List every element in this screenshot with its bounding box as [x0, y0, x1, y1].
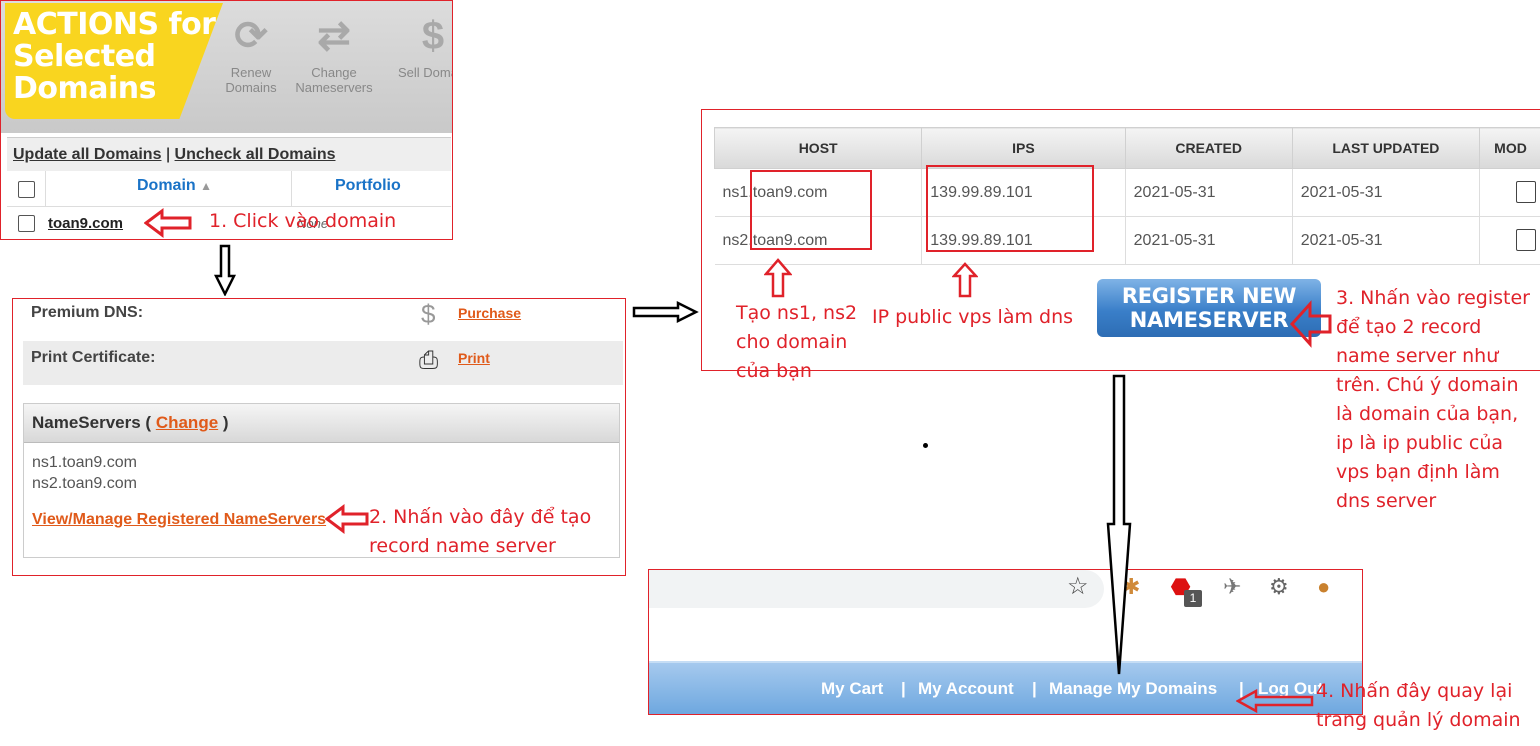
print-link[interactable]: Print	[458, 350, 490, 366]
select-all-checkbox[interactable]	[18, 181, 35, 198]
my-account-link[interactable]: My Account	[918, 679, 1014, 699]
edit-icon[interactable]	[1516, 181, 1537, 203]
created-column-header: CREATED	[1124, 127, 1293, 169]
change-nameservers-button[interactable]: ⇄ Change Nameservers	[294, 11, 374, 95]
domain-column-label: Domain	[137, 177, 196, 194]
domain-table-header: Domain ▲ Portfolio	[7, 171, 451, 207]
nameservers-header: NameServers ( Change )	[24, 404, 619, 443]
renew-icon: ⟳	[234, 14, 268, 58]
domain-row-checkbox[interactable]	[18, 215, 35, 232]
address-bar[interactable]: ☆	[649, 570, 1104, 608]
swap-arrows-icon: ⇄	[317, 14, 351, 58]
ip-annotation: IP public vps làm dns	[872, 306, 1074, 328]
premium-dns-label: Premium DNS:	[31, 304, 144, 321]
modify-cell	[1479, 168, 1540, 217]
arrow-left-icon	[325, 504, 369, 534]
change-nameservers-link[interactable]: Change	[156, 413, 218, 432]
ip-highlight-box	[926, 165, 1094, 252]
change-nameservers-label: Change Nameservers	[295, 65, 373, 95]
manage-registered-nameservers-link[interactable]: View/Manage Registered NameServers	[32, 511, 326, 529]
arrow-left-icon	[1236, 688, 1314, 714]
gear-icon[interactable]: ⚙	[1269, 574, 1289, 600]
rocket-icon[interactable]: ✈	[1223, 574, 1241, 600]
dollar-icon: $	[421, 299, 436, 329]
actions-banner: ACTIONS for Selected Domains ⟳ Renew Dom…	[1, 1, 452, 133]
nameserver-2: ns2.toan9.com	[32, 475, 137, 492]
updated-column-header: LAST UPDATED	[1291, 127, 1481, 169]
ips-column-header: IPS	[921, 127, 1126, 169]
modify-column-header: MOD	[1479, 127, 1540, 169]
step3-annotation: 3. Nhấn vào register để tạo 2 record nam…	[1336, 287, 1530, 512]
stray-dot	[923, 443, 928, 448]
renew-domains-button[interactable]: ⟳ Renew Domains	[211, 11, 291, 95]
nameservers-close: )	[222, 413, 229, 432]
nav-separator: |	[901, 679, 906, 698]
sell-domain-label: Sell Domain	[397, 65, 452, 80]
arrow-up-icon	[952, 262, 978, 298]
bulk-separator: |	[165, 146, 171, 163]
bulk-actions-row: Update all Domains | Uncheck all Domains	[7, 137, 451, 171]
portfolio-column-header[interactable]: Portfolio	[335, 177, 401, 195]
uncheck-all-domains-link[interactable]: Uncheck all Domains	[175, 146, 336, 163]
table-header-row: HOST IPS CREATED LAST UPDATED MOD	[713, 127, 1540, 169]
domain-link[interactable]: toan9.com	[48, 215, 123, 232]
cookie-icon[interactable]: ●	[1317, 574, 1330, 600]
print-certificate-label: Print Certificate:	[31, 349, 156, 366]
printer-icon: ⎙	[419, 347, 439, 374]
sort-icon: ▲	[200, 179, 213, 193]
nameserver-1: ns1.toan9.com	[32, 454, 137, 471]
modify-cell	[1479, 216, 1540, 265]
actions-title: ACTIONS for Selected Domains	[13, 7, 216, 106]
nameserver-list: ns1.toan9.com ns2.toan9.com	[32, 452, 137, 494]
col-divider	[291, 171, 292, 207]
create-ns-annotation: Tạo ns1, ns2 cho domain của bạn	[736, 302, 858, 382]
nav-separator: |	[1032, 679, 1037, 698]
arrow-down-icon	[214, 244, 236, 296]
notification-badge: 1	[1184, 590, 1202, 607]
purchase-link[interactable]: Purchase	[458, 305, 521, 321]
step4-annotation: 4. Nhấn đây quay lại trang quản lý domai…	[1316, 680, 1521, 731]
sell-domain-button[interactable]: $ Sell Domain	[393, 11, 452, 80]
edit-icon[interactable]	[1516, 229, 1537, 251]
my-cart-link[interactable]: My Cart	[821, 679, 883, 699]
arrow-left-icon	[1290, 300, 1332, 348]
domain-column-header[interactable]: Domain ▲	[137, 177, 212, 195]
col-divider	[45, 171, 46, 207]
updated-cell: 2021-05-31	[1292, 216, 1481, 265]
arrow-up-icon	[764, 258, 792, 298]
arrow-left-icon	[144, 208, 192, 238]
host-column-header: HOST	[713, 127, 923, 169]
premium-dns-row: Premium DNS: $ Purchase	[23, 299, 623, 339]
manage-my-domains-link[interactable]: Manage My Domains	[1049, 679, 1217, 699]
register-new-nameserver-button[interactable]: REGISTER NEW NAMESERVER	[1097, 279, 1321, 337]
domain-list-panel: ACTIONS for Selected Domains ⟳ Renew Dom…	[0, 0, 453, 240]
print-certificate-row: Print Certificate: ⎙ Print	[23, 341, 623, 385]
nameservers-title: NameServers (	[32, 413, 152, 432]
step2-annotation: 2. Nhấn vào đây để tạo record name serve…	[369, 506, 592, 557]
step1-annotation: 1. Click vào domain	[209, 210, 397, 232]
host-highlight-box	[750, 170, 872, 250]
arrow-right-icon	[632, 300, 699, 324]
dollar-icon: $	[421, 14, 445, 58]
renew-domains-label: Renew Domains	[225, 65, 277, 95]
arrow-down-icon	[1106, 374, 1132, 675]
bulk-links: Update all Domains | Uncheck all Domains	[13, 146, 336, 164]
star-icon[interactable]: ☆	[1067, 572, 1089, 601]
updated-cell: 2021-05-31	[1292, 168, 1481, 217]
created-cell: 2021-05-31	[1125, 168, 1293, 217]
created-cell: 2021-05-31	[1125, 216, 1293, 265]
update-all-domains-link[interactable]: Update all Domains	[13, 146, 161, 163]
